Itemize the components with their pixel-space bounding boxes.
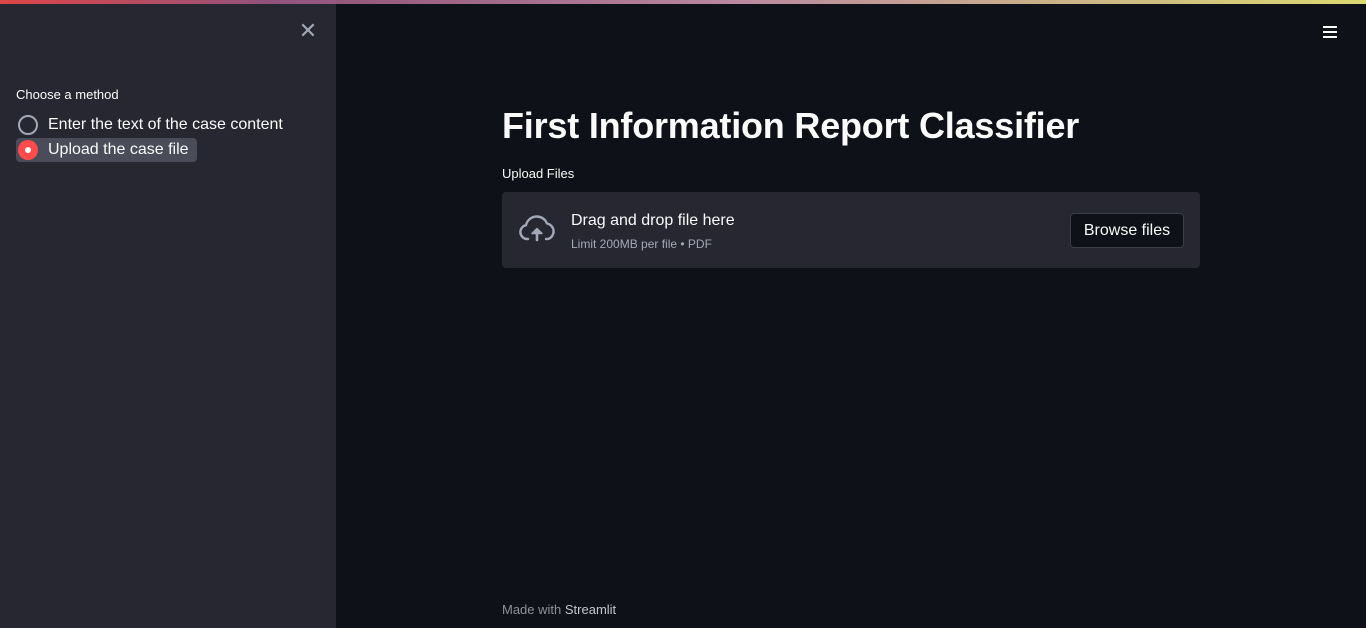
streamlit-link[interactable]: Streamlit [565, 602, 616, 617]
browse-files-button[interactable]: Browse files [1070, 213, 1184, 248]
radio-option-label: Enter the text of the case content [48, 116, 283, 133]
radio-option-label: Upload the case file [48, 141, 189, 158]
radio-group-label: Choose a method [16, 87, 119, 102]
file-uploader-label: Upload Files [502, 166, 575, 181]
file-dropzone[interactable]: Drag and drop file here Limit 200MB per … [502, 192, 1200, 268]
radio-checked-icon [18, 140, 38, 160]
sidebar: ✕ Choose a method Enter the text of the … [0, 0, 336, 628]
dropzone-limit-text: Limit 200MB per file • PDF [571, 237, 712, 251]
footer-prefix: Made with [502, 602, 565, 617]
radio-option-upload-file[interactable]: Upload the case file [16, 138, 197, 162]
page-title: First Information Report Classifier [502, 105, 1080, 146]
dropzone-title: Drag and drop file here [571, 212, 735, 229]
close-icon[interactable]: ✕ [296, 20, 320, 44]
radio-unchecked-icon [18, 115, 38, 135]
cloud-upload-icon [519, 215, 555, 242]
radio-option-enter-text[interactable]: Enter the text of the case content [16, 113, 291, 137]
hamburger-menu-icon[interactable] [1318, 20, 1342, 44]
top-decoration-bar [0, 0, 1366, 4]
footer: Made with Streamlit [502, 602, 616, 617]
